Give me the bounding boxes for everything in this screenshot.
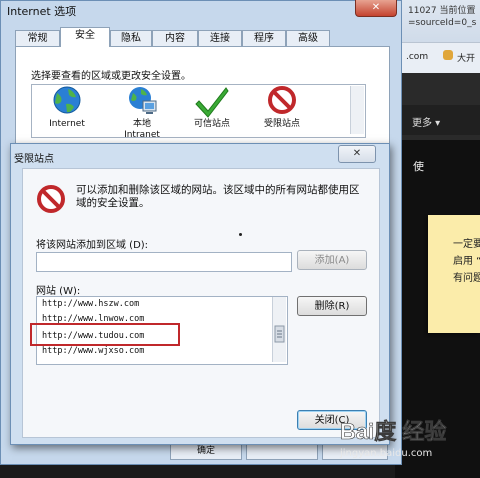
add-site-input[interactable] bbox=[36, 252, 292, 272]
restricted-info-text: 可以添加和删除该区域的网站。该区域中的所有网站都使用区域的安全设置。 bbox=[76, 184, 360, 209]
dialog-title: Internet 选项 bbox=[7, 5, 77, 18]
zone-label-trusted: 可信站点 bbox=[193, 119, 230, 129]
list-item[interactable]: http://www.wjxso.com bbox=[42, 346, 144, 356]
zone-prompt-text: 选择要查看的区域或更改安全设置。 bbox=[31, 71, 191, 82]
zone-local-intranet[interactable]: 本地 Intranet bbox=[112, 85, 172, 140]
restricted-icon bbox=[268, 86, 296, 114]
zone-internet[interactable]: Internet bbox=[37, 85, 97, 129]
restricted-dialog-title: 受限站点 bbox=[14, 154, 54, 165]
tab-advanced[interactable]: 高级 bbox=[286, 30, 330, 46]
zone-label-internet: Internet bbox=[49, 119, 85, 129]
zone-list: Internet 本地 Intranet 可信站点 受限站点 bbox=[31, 84, 366, 140]
zone-restricted-sites[interactable]: 受限站点 bbox=[252, 85, 312, 129]
zone-label-local-line1: 本地 bbox=[132, 119, 151, 129]
favicon-icon bbox=[443, 50, 453, 60]
close-icon[interactable]: ✕ bbox=[355, 0, 397, 17]
add-site-label: 将该网站添加到区域 (D): bbox=[36, 240, 149, 251]
local-intranet-icon bbox=[129, 87, 157, 114]
remove-button[interactable]: 删除(R) bbox=[297, 296, 367, 316]
baidu-paw-logo: Bai度 经验 bbox=[340, 419, 447, 445]
tab-security[interactable]: 安全 bbox=[60, 27, 110, 47]
tab-programs[interactable]: 程序 bbox=[242, 30, 286, 46]
background-url-text: 11027 当前位置 bbox=[408, 6, 476, 16]
tab-privacy[interactable]: 隐私 bbox=[110, 30, 152, 46]
restricted-warning-icon bbox=[37, 185, 65, 213]
checkmark-icon bbox=[195, 87, 229, 118]
highlight-annotation bbox=[30, 323, 180, 346]
note-line-1: 一定要 bbox=[453, 239, 480, 250]
background-tab-label[interactable]: 大开 bbox=[457, 51, 475, 64]
note-line-2: 启用 “ bbox=[453, 256, 480, 267]
websites-label: 网站 (W): bbox=[36, 286, 81, 297]
tab-content[interactable]: 内容 bbox=[152, 30, 198, 46]
restricted-close-icon[interactable]: ✕ bbox=[338, 145, 376, 163]
watermark-subtext: jingyan.baidu.com bbox=[340, 448, 433, 459]
sticky-note: 一定要 启用 “ 有问题 bbox=[428, 215, 480, 333]
background-url-param: =sourceId=0_s bbox=[408, 18, 477, 28]
zone-trusted-sites[interactable]: 可信站点 bbox=[182, 85, 242, 129]
zone-label-local: 本地 Intranet bbox=[112, 119, 172, 141]
tab-general[interactable]: 常规 bbox=[15, 30, 60, 46]
note-line-3: 有问题 bbox=[453, 273, 480, 284]
tab-connections[interactable]: 连接 bbox=[198, 30, 242, 46]
zone-list-scrollbar[interactable] bbox=[350, 86, 364, 134]
zone-label-restricted: 受限站点 bbox=[263, 119, 300, 129]
zone-label-local-line2: Intranet bbox=[124, 130, 160, 140]
websites-scrollbar[interactable] bbox=[272, 297, 286, 362]
globe-icon bbox=[53, 86, 81, 114]
list-item[interactable]: http://www.hszw.com bbox=[42, 299, 139, 309]
add-button[interactable]: 添加(A) bbox=[297, 250, 367, 270]
background-com-text: .com bbox=[406, 52, 429, 62]
scrollbar-thumb-icon bbox=[274, 325, 285, 343]
more-menu[interactable]: 更多 ▾ bbox=[412, 114, 440, 129]
background-side-text: 使 bbox=[413, 160, 424, 173]
watermark-logo-text: Bai度 经验 bbox=[340, 419, 446, 444]
mouse-cursor-dot bbox=[239, 233, 242, 236]
